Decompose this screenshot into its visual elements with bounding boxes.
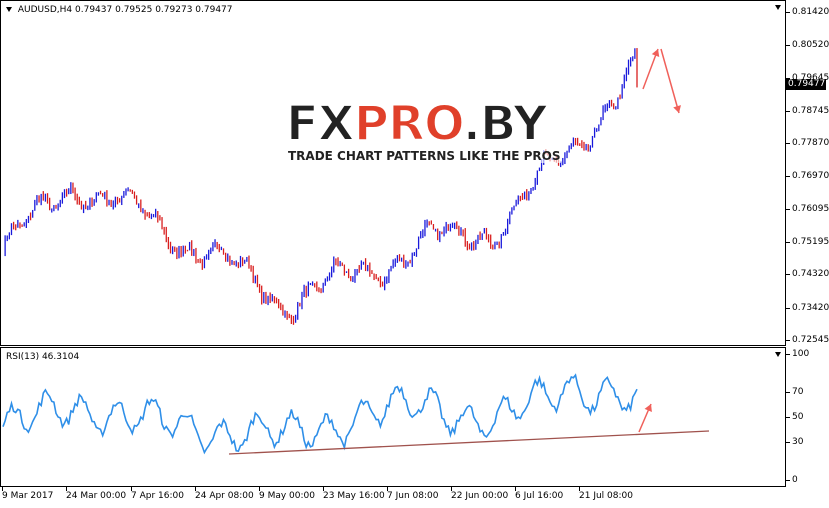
rsi-axis[interactable]: 100 70 50 30 0 [786,347,829,487]
time-axis-label: 7 Jun 08:00 [387,491,439,501]
time-axis-label: 22 Jun 00:00 [451,491,509,501]
watermark-title: FXPRO.BY [285,96,549,152]
rsi-line [2,373,638,455]
price-plot [4,48,681,325]
price-axis-tick [786,110,790,112]
rsi-axis-label: 50 [792,412,804,422]
price-axis-label: 0.74320 [792,269,829,280]
price-axis[interactable]: 0.81420 0.80520 0.79645 0.78745 0.77870 0.769… [786,0,829,346]
rsi-axis-label: 70 [792,386,804,397]
price-axis-label: 0.77870 [792,138,829,149]
rsi-axis-tick [786,442,790,444]
up-arrow-icon [642,48,660,90]
price-axis-tick [786,242,790,244]
price-axis-label: 0.80520 [792,40,829,51]
price-axis-label: 0.76095 [792,203,829,214]
rsi-axis-tick [786,391,790,393]
price-axis-tick [786,340,790,341]
rsi-axis-label: 0 [792,475,798,485]
price-axis-tick [786,274,790,276]
current-price-label: 0.79477 [786,79,826,90]
price-axis-tick [786,208,790,210]
time-axis-label: 7 Apr 16:00 [131,491,184,501]
time-axis-label: 9 Mar 2017 [2,491,54,501]
time-axis-label: 23 May 16:00 [323,491,385,501]
rsi-axis-label: 30 [792,437,804,448]
watermark-logo: FXPRO.BY TRADE CHART PATTERNS LIKE THE P… [285,96,561,171]
price-axis-tick [786,12,790,13]
time-axis-label: 21 Jul 08:00 [579,491,633,501]
watermark-subtitle: TRADE CHART PATTERNS LIKE THE PROS [288,149,561,163]
price-axis-label: 0.75195 [792,237,829,248]
rsi-pane[interactable]: RSI(13) 46.3104 [0,347,786,487]
price-axis-tick [786,176,790,178]
rsi-axis-tick [786,480,790,481]
price-axis-tick [786,307,790,309]
rsi-plot [2,373,710,455]
price-axis-label: 0.81420 [792,7,829,17]
price-axis-label: 0.73420 [792,302,829,313]
rsi-trendline[interactable] [228,430,710,455]
time-axis-label: 9 May 00:00 [259,491,315,501]
rsi-axis-tick [786,417,790,418]
time-axis-label: 24 Mar 00:00 [66,491,127,501]
rsi-axis-tick [786,354,790,355]
time-axis-label: 24 Apr 08:00 [195,491,254,501]
rsi-axis-label: 100 [792,349,810,359]
price-axis-label: 0.76970 [792,171,829,182]
time-axis[interactable]: 9 Mar 2017 24 Mar 00:00 7 Apr 16:00 24 Apr … [0,487,786,508]
price-axis-label: 0.78745 [792,105,829,116]
price-axis-tick [786,143,790,145]
rsi-up-arrow-icon [638,403,652,433]
price-axis-tick [786,45,790,47]
down-arrow-icon [660,48,681,114]
price-chart-pane[interactable]: AUDUSD,H4 0.79437 0.79525 0.79273 0.7947… [0,0,786,346]
price-axis-label: 0.72545 [792,335,829,345]
time-axis-label: 6 Jul 16:00 [515,491,564,501]
